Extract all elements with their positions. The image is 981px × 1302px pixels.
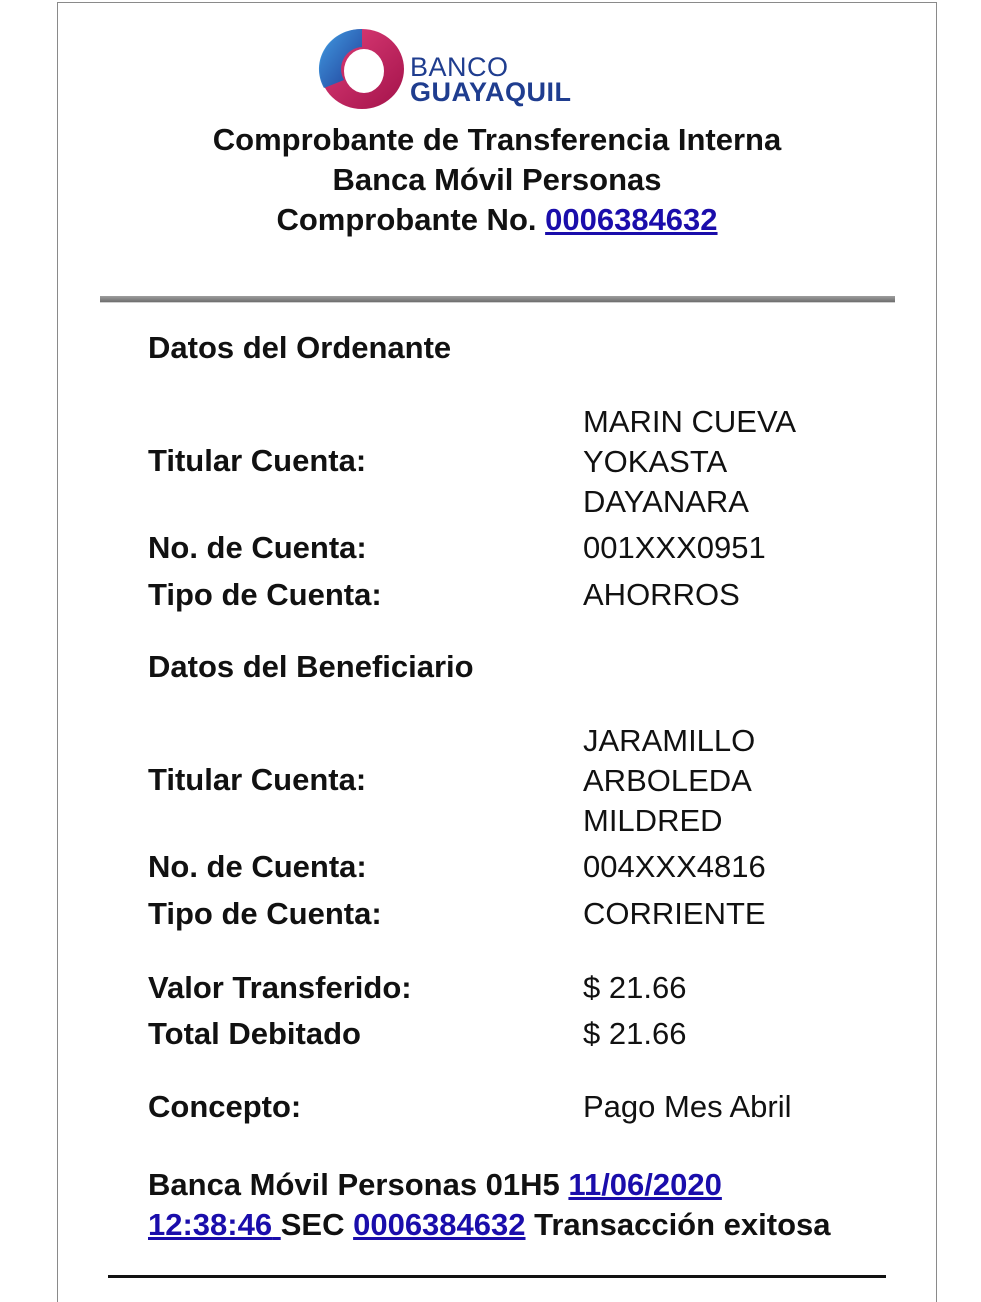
ordenante-cuenta-label: No. de Cuenta: xyxy=(148,530,367,565)
bank-logo-wordmark: BANCO GUAYAQUIL xyxy=(410,54,572,106)
beneficiario-titular-line: MILDRED xyxy=(583,803,723,838)
footer-status: Transacción exitosa xyxy=(534,1207,831,1242)
beneficiario-titular-value: JARAMILLO ARBOLEDA MILDRED xyxy=(583,721,755,841)
bottom-divider xyxy=(108,1275,886,1278)
ordenante-titular-value: MARIN CUEVA YOKASTA DAYANARA xyxy=(583,402,796,522)
beneficiario-titular-line: JARAMILLO xyxy=(583,723,756,758)
footer-prefix: Banca Móvil Personas 01H5 xyxy=(148,1167,560,1202)
beneficiario-tipo-label: Tipo de Cuenta: xyxy=(148,896,382,931)
receipt-header: Comprobante de Transferencia Interna Ban… xyxy=(57,120,937,240)
valor-transferido-label: Valor Transferido: xyxy=(148,970,412,1005)
bank-logo-icon xyxy=(318,28,404,109)
beneficiario-tipo-value: CORRIENTE xyxy=(583,896,766,931)
footer-time-link[interactable]: 12:38:46 xyxy=(148,1207,281,1242)
footer-date-link[interactable]: 11/06/2020 xyxy=(568,1167,721,1202)
footer-sec-label: SEC xyxy=(280,1207,345,1242)
receipt-subtitle: Banca Móvil Personas xyxy=(332,162,662,197)
beneficiario-titular-label: Titular Cuenta: xyxy=(148,762,367,797)
section-title-beneficiario: Datos del Beneficiario xyxy=(148,649,474,684)
receipt-number-line: Comprobante No. 0006384632 xyxy=(57,200,937,240)
transaction-footer: Banca Móvil Personas 01H5 11/06/2020 12:… xyxy=(148,1165,908,1245)
ordenante-titular-label: Titular Cuenta: xyxy=(148,443,367,478)
ordenante-tipo-label: Tipo de Cuenta: xyxy=(148,577,382,612)
total-debitado-value: $ 21.66 xyxy=(583,1016,687,1051)
footer-sec-link[interactable]: 0006384632 xyxy=(353,1207,525,1242)
header-divider xyxy=(100,296,895,303)
footer-time: 12:38:46 xyxy=(148,1207,273,1242)
beneficiario-cuenta-value: 004XXX4816 xyxy=(583,849,766,884)
concepto-label: Concepto: xyxy=(148,1089,302,1124)
total-debitado-label: Total Debitado xyxy=(148,1016,361,1051)
concepto-value: Pago Mes Abril xyxy=(583,1089,792,1124)
ordenante-cuenta-value: 001XXX0951 xyxy=(583,530,766,565)
bank-logo: BANCO GUAYAQUIL xyxy=(318,28,608,110)
section-title-ordenante: Datos del Ordenante xyxy=(148,330,452,365)
ordenante-tipo-value: AHORROS xyxy=(583,577,740,612)
beneficiario-titular-line: ARBOLEDA xyxy=(583,763,752,798)
logo-line-guayaquil: GUAYAQUIL xyxy=(410,77,572,107)
ordenante-titular-line: MARIN CUEVA xyxy=(583,404,797,439)
receipt-number-link[interactable]: 0006384632 xyxy=(545,202,717,237)
ordenante-titular-line: YOKASTA xyxy=(583,444,728,479)
receipt-number-label: Comprobante No. xyxy=(276,202,537,237)
valor-transferido-value: $ 21.66 xyxy=(583,970,687,1005)
ordenante-titular-line: DAYANARA xyxy=(583,484,749,519)
beneficiario-cuenta-label: No. de Cuenta: xyxy=(148,849,367,884)
receipt-title: Comprobante de Transferencia Interna xyxy=(212,122,782,157)
